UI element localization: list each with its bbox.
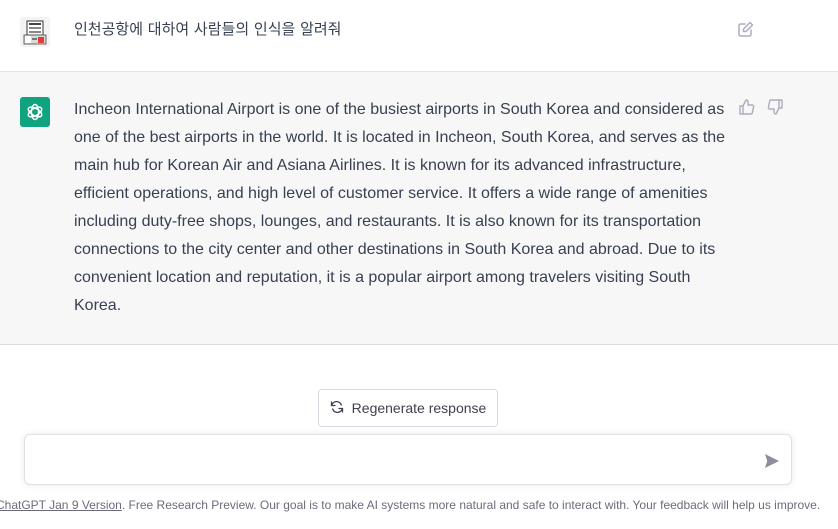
thumbs-down-icon[interactable] xyxy=(766,98,784,116)
message-input-box xyxy=(24,434,792,485)
assistant-message-row: Incheon International Airport is one of … xyxy=(0,72,838,345)
message-input[interactable] xyxy=(39,449,749,473)
edit-icon[interactable] xyxy=(736,19,756,39)
thumbs-up-icon[interactable] xyxy=(738,98,756,116)
version-link[interactable]: ChatGPT Jan 9 Version xyxy=(0,498,122,512)
user-message-text: 인천공항에 대하여 사람들의 인식을 알려줘 xyxy=(74,20,342,38)
send-icon[interactable] xyxy=(763,452,781,470)
user-avatar-icon xyxy=(20,17,50,47)
user-message-row: 인천공항에 대하여 사람들의 인식을 알려줘 xyxy=(0,0,838,72)
footer-text: . Free Research Preview. Our goal is to … xyxy=(121,498,821,512)
chat-page: 인천공항에 대하여 사람들의 인식을 알려줘 Incheon Internati… xyxy=(0,0,838,529)
regenerate-label: Regenerate response xyxy=(351,400,487,416)
footer-disclaimer: ChatGPT Jan 9 Version. Free Research Pre… xyxy=(0,497,834,513)
assistant-message-text: Incheon International Airport is one of … xyxy=(74,101,726,314)
refresh-icon xyxy=(330,400,344,417)
regenerate-response-button[interactable]: Regenerate response xyxy=(318,389,498,427)
openai-logo-icon xyxy=(20,97,50,127)
